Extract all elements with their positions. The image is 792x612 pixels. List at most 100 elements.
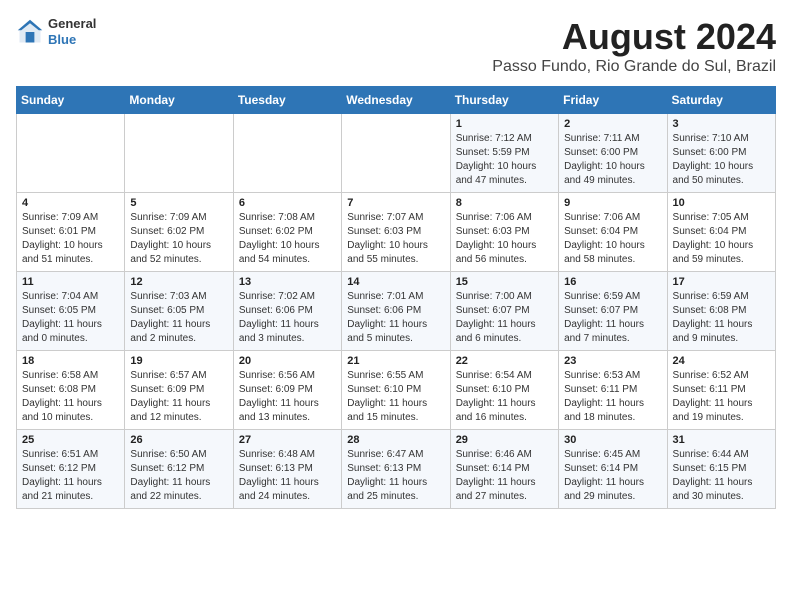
logo-line1: General [48,16,96,32]
calendar-cell: 23 Sunrise: 6:53 AM Sunset: 6:11 PM Dayli… [559,351,667,430]
day-info: Sunrise: 6:55 AM Sunset: 6:10 PM Dayligh… [347,369,444,425]
day-number: 28 [347,434,444,446]
calendar-cell: 8Sunrise: 7:06 AM Sunset: 6:03 PM Daylig… [450,193,558,272]
day-number: 16 [564,276,661,288]
calendar-cell: 22 Sunrise: 6:54 AM Sunset: 6:10 PM Dayli… [450,351,558,430]
calendar-week-row: 25 Sunrise: 6:51 AM Sunset: 6:12 PM Dayli… [17,430,776,509]
day-info: Sunrise: 7:05 AM Sunset: 6:04 PM Dayligh… [673,211,770,267]
day-info: Sunrise: 7:09 AM Sunset: 6:02 PM Dayligh… [130,211,227,267]
day-number: 9 [564,197,661,209]
day-info: Sunrise: 7:02 AM Sunset: 6:06 PM Dayligh… [239,290,336,346]
day-info: Sunrise: 6:53 AM Sunset: 6:11 PM Dayligh… [564,369,661,425]
calendar-week-row: 1 Sunrise: 7:12 AM Sunset: 5:59 PM Daylig… [17,114,776,193]
logo-text: General Blue [48,16,96,47]
day-number: 18 [22,355,119,367]
calendar-cell: 30Sunrise: 6:45 AM Sunset: 6:14 PM Dayli… [559,430,667,509]
calendar-subtitle: Passo Fundo, Rio Grande do Sul, Brazil [492,58,776,76]
calendar-cell: 27 Sunrise: 6:48 AM Sunset: 6:13 PM Dayli… [233,430,341,509]
day-number: 13 [239,276,336,288]
calendar-day-header: Friday [559,87,667,114]
day-number: 5 [130,197,227,209]
day-number: 23 [564,355,661,367]
day-number: 1 [456,118,553,130]
calendar-cell: 6 Sunrise: 7:08 AM Sunset: 6:02 PM Daylig… [233,193,341,272]
logo-line2: Blue [48,32,96,48]
calendar-week-row: 18Sunrise: 6:58 AM Sunset: 6:08 PM Dayli… [17,351,776,430]
day-info: Sunrise: 7:12 AM Sunset: 5:59 PM Dayligh… [456,132,553,188]
day-info: Sunrise: 6:59 AM Sunset: 6:08 PM Dayligh… [673,290,770,346]
day-number: 17 [673,276,770,288]
calendar-cell: 18Sunrise: 6:58 AM Sunset: 6:08 PM Dayli… [17,351,125,430]
day-number: 6 [239,197,336,209]
calendar-cell: 14 Sunrise: 7:01 AM Sunset: 6:06 PM Dayli… [342,272,450,351]
day-info: Sunrise: 7:04 AM Sunset: 6:05 PM Dayligh… [22,290,119,346]
day-number: 12 [130,276,227,288]
day-info: Sunrise: 7:10 AM Sunset: 6:00 PM Dayligh… [673,132,770,188]
day-number: 24 [673,355,770,367]
calendar-day-header: Saturday [667,87,775,114]
day-number: 31 [673,434,770,446]
calendar-cell: 7Sunrise: 7:07 AM Sunset: 6:03 PM Daylig… [342,193,450,272]
day-info: Sunrise: 6:48 AM Sunset: 6:13 PM Dayligh… [239,448,336,504]
calendar-week-row: 11 Sunrise: 7:04 AM Sunset: 6:05 PM Dayli… [17,272,776,351]
day-info: Sunrise: 7:09 AM Sunset: 6:01 PM Dayligh… [22,211,119,267]
calendar-cell: 28 Sunrise: 6:47 AM Sunset: 6:13 PM Dayli… [342,430,450,509]
day-info: Sunrise: 6:59 AM Sunset: 6:07 PM Dayligh… [564,290,661,346]
day-info: Sunrise: 7:01 AM Sunset: 6:06 PM Dayligh… [347,290,444,346]
day-info: Sunrise: 6:57 AM Sunset: 6:09 PM Dayligh… [130,369,227,425]
calendar-cell: 13 Sunrise: 7:02 AM Sunset: 6:06 PM Dayli… [233,272,341,351]
day-info: Sunrise: 6:47 AM Sunset: 6:13 PM Dayligh… [347,448,444,504]
day-number: 22 [456,355,553,367]
day-info: Sunrise: 6:52 AM Sunset: 6:11 PM Dayligh… [673,369,770,425]
day-info: Sunrise: 7:08 AM Sunset: 6:02 PM Dayligh… [239,211,336,267]
calendar-week-row: 4 Sunrise: 7:09 AM Sunset: 6:01 PM Daylig… [17,193,776,272]
calendar-cell: 12Sunrise: 7:03 AM Sunset: 6:05 PM Dayli… [125,272,233,351]
logo: General Blue [16,16,96,47]
calendar-cell: 2Sunrise: 7:11 AM Sunset: 6:00 PM Daylig… [559,114,667,193]
day-number: 14 [347,276,444,288]
calendar-cell [233,114,341,193]
day-number: 25 [22,434,119,446]
day-info: Sunrise: 6:44 AM Sunset: 6:15 PM Dayligh… [673,448,770,504]
calendar-cell: 20 Sunrise: 6:56 AM Sunset: 6:09 PM Dayli… [233,351,341,430]
calendar-cell: 10 Sunrise: 7:05 AM Sunset: 6:04 PM Dayli… [667,193,775,272]
day-info: Sunrise: 6:50 AM Sunset: 6:12 PM Dayligh… [130,448,227,504]
logo-icon [16,18,44,46]
calendar-cell: 3Sunrise: 7:10 AM Sunset: 6:00 PM Daylig… [667,114,775,193]
day-number: 8 [456,197,553,209]
calendar-cell: 26Sunrise: 6:50 AM Sunset: 6:12 PM Dayli… [125,430,233,509]
calendar-cell: 5 Sunrise: 7:09 AM Sunset: 6:02 PM Daylig… [125,193,233,272]
day-number: 11 [22,276,119,288]
day-number: 4 [22,197,119,209]
calendar-day-header: Wednesday [342,87,450,114]
calendar-cell: 21Sunrise: 6:55 AM Sunset: 6:10 PM Dayli… [342,351,450,430]
day-number: 29 [456,434,553,446]
calendar-cell [125,114,233,193]
day-info: Sunrise: 7:06 AM Sunset: 6:04 PM Dayligh… [564,211,661,267]
calendar-day-header: Sunday [17,87,125,114]
day-info: Sunrise: 6:51 AM Sunset: 6:12 PM Dayligh… [22,448,119,504]
calendar-cell: 11 Sunrise: 7:04 AM Sunset: 6:05 PM Dayli… [17,272,125,351]
day-info: Sunrise: 6:54 AM Sunset: 6:10 PM Dayligh… [456,369,553,425]
calendar-cell: 1 Sunrise: 7:12 AM Sunset: 5:59 PM Daylig… [450,114,558,193]
day-number: 20 [239,355,336,367]
day-info: Sunrise: 6:56 AM Sunset: 6:09 PM Dayligh… [239,369,336,425]
day-info: Sunrise: 6:46 AM Sunset: 6:14 PM Dayligh… [456,448,553,504]
calendar-cell [17,114,125,193]
day-info: Sunrise: 7:11 AM Sunset: 6:00 PM Dayligh… [564,132,661,188]
calendar-header-row: SundayMondayTuesdayWednesdayThursdayFrid… [17,87,776,114]
calendar-cell: 19 Sunrise: 6:57 AM Sunset: 6:09 PM Dayli… [125,351,233,430]
day-number: 10 [673,197,770,209]
day-number: 27 [239,434,336,446]
calendar-day-header: Monday [125,87,233,114]
calendar-cell [342,114,450,193]
calendar-cell: 31 Sunrise: 6:44 AM Sunset: 6:15 PM Dayli… [667,430,775,509]
day-number: 15 [456,276,553,288]
day-number: 19 [130,355,227,367]
calendar-cell: 15Sunrise: 7:00 AM Sunset: 6:07 PM Dayli… [450,272,558,351]
day-info: Sunrise: 7:07 AM Sunset: 6:03 PM Dayligh… [347,211,444,267]
calendar-table: SundayMondayTuesdayWednesdayThursdayFrid… [16,86,776,509]
calendar-cell: 25 Sunrise: 6:51 AM Sunset: 6:12 PM Dayli… [17,430,125,509]
calendar-body: 1 Sunrise: 7:12 AM Sunset: 5:59 PM Daylig… [17,114,776,509]
day-info: Sunrise: 6:45 AM Sunset: 6:14 PM Dayligh… [564,448,661,504]
